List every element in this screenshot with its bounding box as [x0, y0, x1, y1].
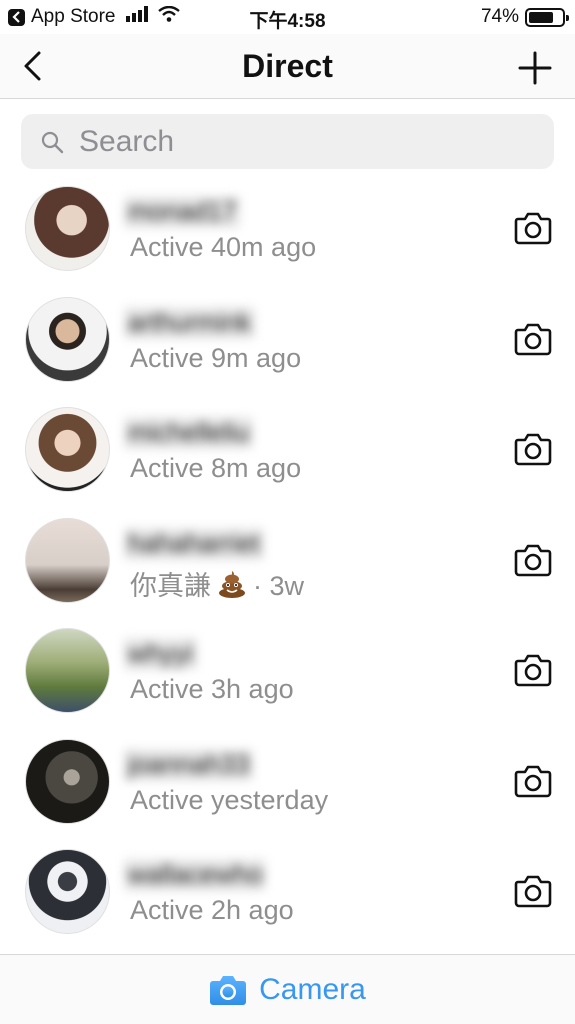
camera-button[interactable] [513, 429, 553, 469]
camera-icon [514, 544, 552, 576]
camera-icon [514, 323, 552, 355]
active-status: Active 9m ago [130, 342, 302, 373]
avatar[interactable] [25, 186, 110, 271]
avatar[interactable] [25, 849, 110, 934]
camera-button[interactable] [513, 761, 553, 801]
message-time: · 3w [253, 570, 305, 601]
avatar[interactable] [25, 628, 110, 713]
camera-icon [514, 654, 552, 687]
username: arthurmink [124, 306, 255, 339]
status-bar: App Store 下午4:58 74% [0, 0, 575, 34]
camera-icon [514, 765, 552, 797]
avatar[interactable] [25, 738, 110, 824]
camera-button[interactable] [513, 540, 553, 580]
username: wallacewho [124, 859, 267, 891]
search-bar[interactable] [21, 114, 554, 169]
camera-icon [514, 212, 552, 245]
active-status: Active 40m ago [130, 232, 317, 262]
page-title: Direct [242, 48, 333, 84]
poop-emoji-icon [217, 570, 247, 605]
thread-row[interactable]: whyyi Active 3h ago [0, 616, 575, 727]
thread-row[interactable]: monad17 Active 40m ago [0, 174, 575, 285]
battery-status: 74% [480, 6, 569, 28]
plus-icon [518, 51, 552, 85]
camera-button[interactable] [513, 319, 553, 359]
camera-button[interactable] [513, 871, 553, 911]
nav-bar: Direct [0, 34, 575, 99]
camera-bar[interactable]: Camera [0, 954, 575, 1024]
avatar[interactable] [25, 517, 110, 603]
search-input[interactable] [79, 124, 519, 159]
thread-row[interactable]: wallacewho Active 2h ago [0, 837, 575, 948]
camera-label: Camera [259, 972, 366, 1006]
battery-icon [525, 7, 569, 27]
thread-row[interactable]: arthurmink Active 9m ago [0, 285, 575, 396]
username: hahaharriet [124, 527, 264, 560]
camera-icon [514, 875, 552, 908]
avatar[interactable] [25, 407, 110, 492]
last-message-preview: 你真謙 · 3w [130, 564, 304, 605]
active-status: Active 8m ago [130, 453, 302, 483]
username: whyyi [124, 638, 198, 670]
username: michelleliu [124, 417, 254, 449]
thread-row[interactable]: hahaharriet 你真謙 · 3w [0, 506, 575, 617]
thread-row[interactable]: joannah33 Active yesterday [0, 727, 575, 838]
battery-percent: 74% [480, 6, 519, 27]
username: joannah33 [124, 748, 254, 781]
active-status: Active 2h ago [130, 895, 294, 925]
new-message-button[interactable] [515, 48, 555, 88]
search-icon [39, 129, 65, 155]
camera-icon [514, 433, 552, 466]
thread-row[interactable]: michelleliu Active 8m ago [0, 395, 575, 506]
thread-list: monad17 Active 40m ago arthurmink Active… [0, 174, 575, 948]
battery-fill [529, 11, 553, 23]
avatar[interactable] [25, 296, 110, 382]
active-status: Active yesterday [130, 784, 329, 815]
camera-icon [209, 974, 247, 1006]
camera-button[interactable] [513, 208, 553, 248]
message-text: 你真謙 [130, 570, 211, 601]
username: monad17 [124, 196, 241, 228]
camera-button[interactable] [513, 650, 553, 690]
active-status: Active 3h ago [130, 674, 294, 704]
